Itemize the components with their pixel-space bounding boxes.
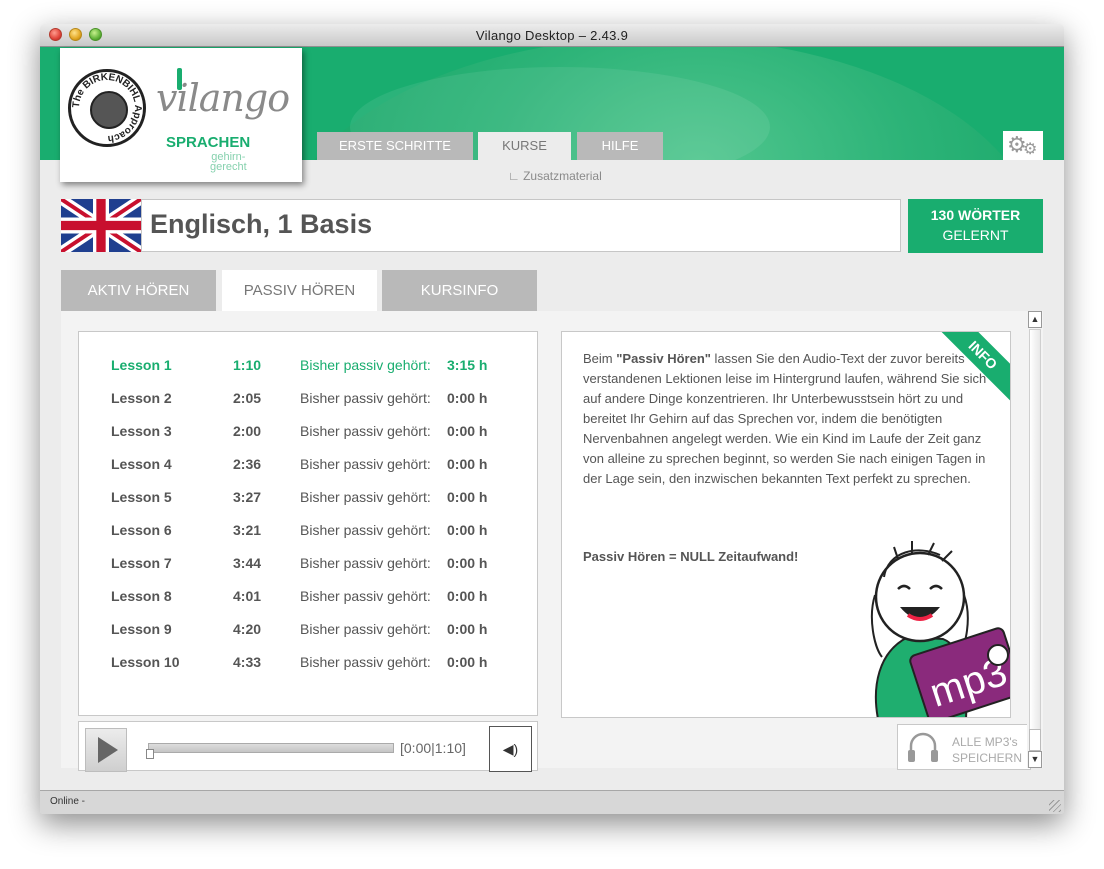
lesson-heard-label: Bisher passiv gehört: bbox=[300, 588, 431, 604]
lesson-heard-label: Bisher passiv gehört: bbox=[300, 390, 431, 406]
lesson-duration: 2:36 bbox=[233, 456, 262, 472]
lesson-duration: 1:10 bbox=[233, 357, 262, 373]
scroll-track[interactable] bbox=[1029, 329, 1041, 754]
lesson-duration: 3:21 bbox=[233, 522, 262, 538]
words-learned-count: 130 WÖRTER bbox=[930, 207, 1021, 223]
tab-aktiv-hoeren[interactable]: AKTIV HÖREN bbox=[61, 270, 216, 311]
info-description: Beim "Passiv Hören" lassen Sie den Audio… bbox=[583, 349, 993, 489]
lesson-name: Lesson 2 bbox=[111, 390, 172, 406]
child-mp3-illustration: mp3 bbox=[870, 541, 1010, 717]
title-bar[interactable]: Vilango Desktop – 2.43.9 bbox=[40, 24, 1064, 47]
brand-tagline: SPRACHEN bbox=[166, 134, 251, 151]
nav-tab-kurse[interactable]: KURSE bbox=[478, 132, 571, 160]
volume-button[interactable]: ◀) bbox=[489, 726, 532, 772]
scroll-down-arrow-icon[interactable]: ▼ bbox=[1028, 751, 1042, 768]
svg-text:The BIRKENBIHL Approach: The BIRKENBIHL Approach bbox=[71, 72, 143, 144]
lesson-heard-time: 0:00 h bbox=[447, 456, 488, 472]
save-all-mp3-label: ALLE MP3's SPEICHERN bbox=[952, 734, 1022, 766]
play-button[interactable] bbox=[85, 728, 127, 772]
lesson-name: Lesson 1 bbox=[111, 357, 172, 373]
lesson-heard-time: 0:00 h bbox=[447, 621, 488, 637]
uk-flag-icon bbox=[61, 199, 141, 252]
brand-exclamation-mark bbox=[177, 68, 182, 90]
lesson-duration: 2:00 bbox=[233, 423, 262, 439]
lesson-list: Lesson 1 1:10 Bisher passiv gehört: 3:15… bbox=[78, 331, 538, 716]
save-all-mp3-button[interactable]: ALLE MP3's SPEICHERN bbox=[897, 724, 1031, 770]
vilango-logo: The BIRKENBIHL Approach vilango SPRACHEN… bbox=[60, 48, 302, 182]
lesson-name: Lesson 8 bbox=[111, 588, 172, 604]
words-learned-button[interactable]: 130 WÖRTER GELERNT bbox=[908, 199, 1043, 253]
lesson-name: Lesson 4 bbox=[111, 456, 172, 472]
lesson-heard-label: Bisher passiv gehört: bbox=[300, 423, 431, 439]
brand-wordmark: vilango bbox=[156, 76, 290, 120]
nav-tab-hilfe[interactable]: HILFE bbox=[577, 132, 663, 160]
tab-passiv-hoeren[interactable]: PASSIV HÖREN bbox=[222, 270, 377, 312]
scroll-up-arrow-icon[interactable]: ▲ bbox=[1028, 311, 1042, 328]
lesson-heard-time: 0:00 h bbox=[447, 654, 488, 670]
words-learned-label: GELERNT bbox=[942, 227, 1009, 243]
lesson-name: Lesson 3 bbox=[111, 423, 172, 439]
content-area: Lesson 1 1:10 Bisher passiv gehört: 3:15… bbox=[61, 311, 1043, 772]
info-ribbon-corner: INFO bbox=[940, 332, 1010, 402]
settings-button[interactable]: ⚙ ⚙ bbox=[1003, 131, 1043, 160]
audio-player: [0:00|1:10] ◀) bbox=[78, 721, 538, 772]
progress-thumb[interactable] bbox=[146, 749, 154, 759]
lesson-heard-time: 3:15 h bbox=[447, 357, 488, 373]
play-icon bbox=[98, 737, 118, 763]
save-all-mp3-line2: SPEICHERN bbox=[952, 751, 1023, 765]
lesson-name: Lesson 5 bbox=[111, 489, 172, 505]
course-title-box: Englisch, 1 Basis bbox=[141, 199, 901, 252]
app-window: Vilango Desktop – 2.43.9 The BIRKENBIHL … bbox=[40, 24, 1064, 814]
info-panel: Beim "Passiv Hören" lassen Sie den Audio… bbox=[561, 331, 1011, 718]
lesson-heard-time: 0:00 h bbox=[447, 423, 488, 439]
lesson-heard-time: 0:00 h bbox=[447, 522, 488, 538]
info-footer: Passiv Hören = NULL Zeitaufwand! bbox=[583, 549, 799, 564]
lesson-duration: 2:05 bbox=[233, 390, 262, 406]
lesson-heard-label: Bisher passiv gehört: bbox=[300, 621, 431, 637]
lesson-heard-label: Bisher passiv gehört: bbox=[300, 489, 431, 505]
lesson-name: Lesson 9 bbox=[111, 621, 172, 637]
lesson-name: Lesson 10 bbox=[111, 654, 180, 670]
info-text-rest: lassen Sie den Audio-Text der zuvor bere… bbox=[583, 351, 987, 486]
brand-sub-tagline-2: gerecht bbox=[210, 161, 247, 173]
info-text-bold: "Passiv Hören" bbox=[616, 351, 711, 366]
lesson-heard-time: 0:00 h bbox=[447, 588, 488, 604]
gear-small-icon: ⚙ bbox=[1023, 141, 1038, 158]
lesson-duration: 4:33 bbox=[233, 654, 262, 670]
lesson-duration: 3:44 bbox=[233, 555, 262, 571]
nav-tab-erste-schritte[interactable]: ERSTE SCHRITTE bbox=[317, 132, 473, 160]
course-title: Englisch, 1 Basis bbox=[150, 209, 373, 239]
connection-status: Online - bbox=[50, 796, 86, 807]
subnav-zusatzmaterial[interactable]: ∟ Zusatzmaterial bbox=[508, 169, 602, 183]
vertical-scrollbar[interactable]: ▲ ▼ bbox=[1027, 311, 1043, 768]
lesson-duration: 3:27 bbox=[233, 489, 262, 505]
scroll-thumb[interactable] bbox=[1029, 729, 1041, 751]
status-bar: Online - bbox=[40, 790, 1064, 814]
lesson-duration: 4:01 bbox=[233, 588, 262, 604]
window-title: Vilango Desktop – 2.43.9 bbox=[475, 28, 629, 43]
seal-text: The BIRKENBIHL Approach bbox=[71, 72, 143, 144]
lesson-name: Lesson 7 bbox=[111, 555, 172, 571]
info-text-prefix: Beim bbox=[583, 351, 617, 366]
info-ribbon: INFO bbox=[940, 332, 1010, 402]
lesson-heard-label: Bisher passiv gehört: bbox=[300, 654, 431, 670]
lesson-heard-label: Bisher passiv gehört: bbox=[300, 555, 431, 571]
lesson-name: Lesson 6 bbox=[111, 522, 172, 538]
lesson-heard-label: Bisher passiv gehört: bbox=[300, 456, 431, 472]
resize-grip-icon[interactable] bbox=[1049, 800, 1061, 812]
lesson-heard-time: 0:00 h bbox=[447, 555, 488, 571]
headphones-icon bbox=[908, 732, 938, 762]
lesson-duration: 4:20 bbox=[233, 621, 262, 637]
tab-kursinfo[interactable]: KURSINFO bbox=[382, 270, 537, 311]
save-all-mp3-line1: ALLE MP3's bbox=[952, 735, 1018, 749]
playback-time: [0:00|1:10] bbox=[400, 740, 466, 756]
brand-sub-tagline: gehirn- gerecht bbox=[210, 152, 247, 173]
lesson-heard-time: 0:00 h bbox=[447, 489, 488, 505]
progress-track[interactable] bbox=[148, 743, 394, 753]
lesson-heard-label: Bisher passiv gehört: bbox=[300, 522, 431, 538]
lesson-heard-label: Bisher passiv gehört: bbox=[300, 357, 431, 373]
speaker-icon: ◀) bbox=[502, 741, 519, 757]
lesson-heard-time: 0:00 h bbox=[447, 390, 488, 406]
